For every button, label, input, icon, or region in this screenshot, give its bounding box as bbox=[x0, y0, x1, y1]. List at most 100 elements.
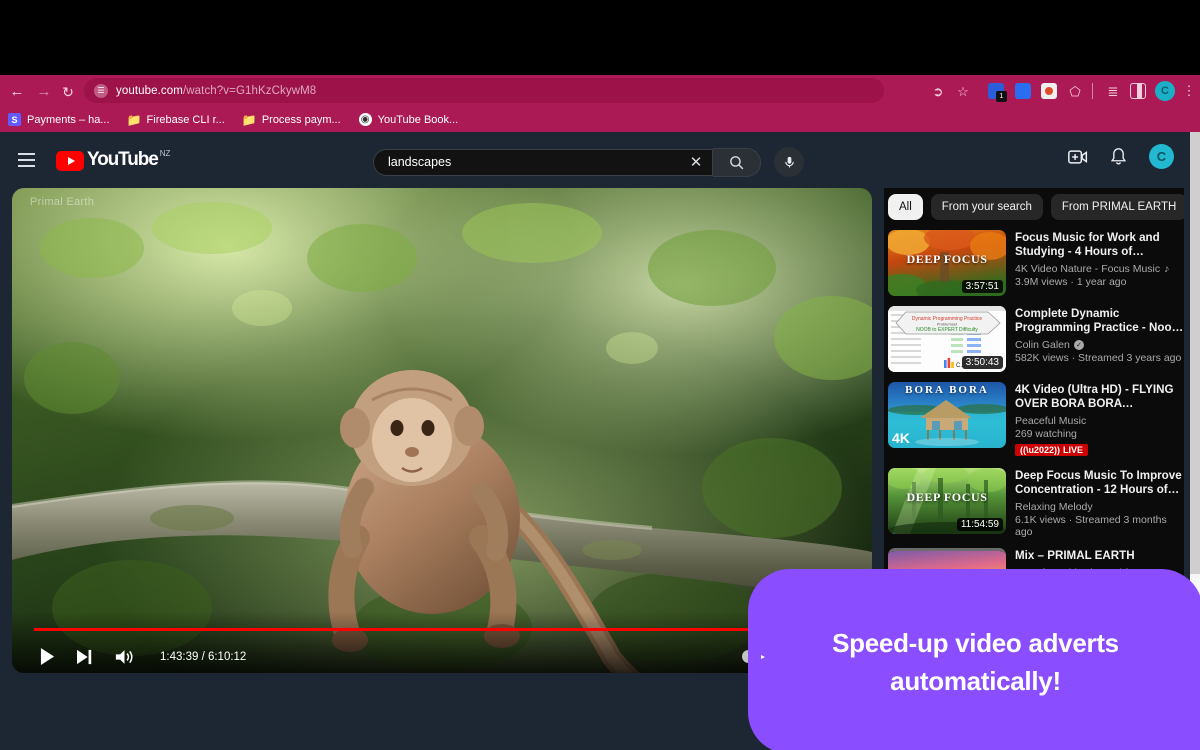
video-player[interactable]: Primal Earth bbox=[12, 188, 872, 673]
callout-text-block: Speed-up video adverts automatically! bbox=[832, 624, 1119, 700]
play-icon[interactable] bbox=[40, 648, 55, 665]
back-arrow-icon[interactable]: ← bbox=[6, 81, 28, 103]
close-icon[interactable]: ✕ bbox=[680, 153, 712, 171]
video-stats: 582K views · Streamed 3 years ago bbox=[1015, 352, 1184, 364]
video-channel[interactable]: 4K Video Nature - Focus Music ♪ bbox=[1015, 263, 1184, 275]
video-thumbnail[interactable]: BORA BORA 4K bbox=[888, 382, 1006, 448]
share-icon[interactable]: ➲ bbox=[928, 82, 948, 102]
url-path: /watch?v=G1hKzCkywM8 bbox=[183, 85, 316, 97]
extension-icon-3-dot bbox=[1045, 87, 1053, 95]
next-track-icon[interactable] bbox=[77, 649, 93, 665]
youtube-avatar[interactable]: C bbox=[1149, 144, 1174, 169]
bookmark-item[interactable]: S Payments – ha... bbox=[8, 113, 110, 126]
youtube-logo[interactable]: YouTube NZ bbox=[56, 150, 170, 171]
globe-icon: ◉ bbox=[359, 113, 372, 126]
extension-icon-2[interactable] bbox=[1015, 83, 1031, 99]
chip-from-your-search[interactable]: From your search bbox=[931, 194, 1043, 220]
site-settings-icon[interactable]: ☰ bbox=[94, 84, 108, 98]
chip-all[interactable]: All bbox=[888, 194, 923, 220]
list-item[interactable]: BORA BORA 4K 4K Video (Ultra HD) - FLYIN… bbox=[884, 382, 1184, 458]
progress-bar[interactable] bbox=[34, 628, 850, 631]
video-meta: Deep Focus Music To Improve Concentratio… bbox=[1015, 468, 1184, 538]
video-title[interactable]: Mix – PRIMAL EARTH bbox=[1015, 549, 1184, 563]
masthead-actions: C bbox=[1068, 144, 1174, 169]
bookmark-label: Payments – ha... bbox=[27, 114, 110, 126]
player-controls: 1:43:39 / 6:10:12 bbox=[12, 611, 872, 673]
forward-arrow-icon[interactable]: → bbox=[33, 81, 55, 103]
video-thumbnail[interactable]: Dynamic Programming Practice Problemset … bbox=[888, 306, 1006, 372]
video-title[interactable]: 4K Video (Ultra HD) - FLYING OVER BORA B… bbox=[1015, 383, 1184, 411]
url-text: youtube.com/watch?v=G1hKzCkywM8 bbox=[116, 85, 316, 97]
bell-icon[interactable] bbox=[1110, 147, 1127, 166]
video-thumbnail[interactable]: DEEP FOCUS 3:57:51 bbox=[888, 230, 1006, 296]
youtube-play-icon bbox=[56, 151, 84, 171]
page-scrollbar-thumb[interactable] bbox=[1190, 132, 1200, 574]
url-domain: youtube.com bbox=[116, 85, 183, 97]
reload-icon[interactable]: ↻ bbox=[57, 81, 79, 103]
playlist-icon[interactable]: ≣ bbox=[1103, 82, 1123, 102]
create-video-icon[interactable] bbox=[1068, 149, 1088, 165]
thumbnail-text: DEEP FOCUS bbox=[888, 490, 1006, 505]
bookmark-label: YouTube Book... bbox=[378, 114, 459, 126]
video-duration: 3:57:51 bbox=[962, 280, 1003, 293]
video-channel[interactable]: Colin Galen ✓ bbox=[1015, 339, 1184, 351]
video-title[interactable]: Focus Music for Work and Studying - 4 Ho… bbox=[1015, 231, 1184, 259]
volume-icon[interactable] bbox=[115, 649, 134, 665]
bookmark-item[interactable]: 📁 Firebase CLI r... bbox=[128, 113, 225, 126]
video-title[interactable]: Complete Dynamic Programming Practice - … bbox=[1015, 307, 1184, 335]
youtube-masthead: YouTube NZ landscapes ✕ bbox=[0, 132, 1190, 188]
thumbnail-text: DEEP FOCUS bbox=[888, 252, 1006, 267]
channel-name: Colin Galen bbox=[1015, 339, 1070, 351]
list-item[interactable]: Dynamic Programming Practice Problemset … bbox=[884, 306, 1184, 372]
player-controls-left: 1:43:39 / 6:10:12 bbox=[40, 648, 246, 665]
kebab-menu-icon[interactable]: ⋮ bbox=[1182, 81, 1196, 101]
search-button[interactable] bbox=[713, 148, 761, 177]
video-stats: 6.1K views · Streamed 3 months ago bbox=[1015, 514, 1184, 538]
bookmark-item[interactable]: ◉ YouTube Book... bbox=[359, 113, 459, 126]
bookmarks-bar: S Payments – ha... 📁 Firebase CLI r... 📁… bbox=[0, 107, 1200, 132]
address-bar[interactable]: ☰ youtube.com/watch?v=G1hKzCkywM8 bbox=[84, 78, 884, 103]
star-icon[interactable]: ☆ bbox=[953, 82, 973, 102]
bookmark-label: Process paym... bbox=[262, 114, 341, 126]
music-note-icon: ♪ bbox=[1164, 263, 1169, 275]
video-meta: 4K Video (Ultra HD) - FLYING OVER BORA B… bbox=[1015, 382, 1184, 458]
chrome-profile-avatar[interactable]: C bbox=[1155, 81, 1175, 101]
video-channel[interactable]: Relaxing Melody bbox=[1015, 501, 1184, 513]
thumbnail-text: BORA BORA bbox=[888, 384, 1006, 396]
browser-toolbar: ← → ↻ ☰ youtube.com/watch?v=G1hKzCkywM8 … bbox=[0, 75, 1200, 107]
callout-line-2: automatically! bbox=[832, 662, 1119, 700]
side-panel-icon[interactable] bbox=[1130, 83, 1146, 99]
toolbar-divider bbox=[1092, 83, 1093, 99]
folder-icon: 📁 bbox=[243, 113, 256, 126]
video-frame bbox=[12, 188, 872, 673]
verified-icon: ✓ bbox=[1074, 340, 1084, 350]
video-thumbnail[interactable]: DEEP FOCUS 11:54:59 bbox=[888, 468, 1006, 534]
video-meta: Complete Dynamic Programming Practice - … bbox=[1015, 306, 1184, 372]
list-item[interactable]: DEEP FOCUS 11:54:59 Deep Focus Music To … bbox=[884, 468, 1184, 538]
chip-from-primal-earth[interactable]: From PRIMAL EARTH bbox=[1051, 194, 1184, 220]
hamburger-menu-icon[interactable] bbox=[14, 148, 38, 172]
video-channel[interactable]: Peaceful Music bbox=[1015, 415, 1184, 427]
extension-badge-count: 1 bbox=[996, 91, 1007, 102]
top-black-band bbox=[0, 0, 1200, 75]
live-label: LIVE bbox=[1063, 445, 1083, 455]
status-badge: ((\u2022)) LIVE bbox=[1015, 444, 1088, 456]
microphone-icon[interactable] bbox=[774, 147, 804, 177]
extension-icon-1[interactable]: 1 bbox=[988, 83, 1004, 99]
time-display: 1:43:39 / 6:10:12 bbox=[160, 651, 246, 663]
video-title[interactable]: Deep Focus Music To Improve Concentratio… bbox=[1015, 469, 1184, 497]
stripe-icon: S bbox=[8, 113, 21, 126]
list-item[interactable]: DEEP FOCUS 3:57:51 Focus Music for Work … bbox=[884, 230, 1184, 296]
extensions-puzzle-icon[interactable]: ⬠ bbox=[1065, 82, 1085, 102]
video-stats: 269 watching bbox=[1015, 428, 1184, 440]
extension-icon-3[interactable] bbox=[1041, 83, 1057, 99]
badge-4k: 4K bbox=[892, 431, 910, 445]
video-watermark: Primal Earth bbox=[30, 196, 94, 208]
callout-line-1: Speed-up video adverts bbox=[832, 624, 1119, 662]
bookmark-item[interactable]: 📁 Process paym... bbox=[243, 113, 341, 126]
search-area: landscapes ✕ bbox=[373, 147, 804, 177]
bookmark-label: Firebase CLI r... bbox=[147, 114, 225, 126]
channel-name: 4K Video Nature - Focus Music bbox=[1015, 263, 1160, 275]
search-icon bbox=[728, 154, 745, 171]
search-input[interactable]: landscapes ✕ bbox=[373, 149, 713, 176]
